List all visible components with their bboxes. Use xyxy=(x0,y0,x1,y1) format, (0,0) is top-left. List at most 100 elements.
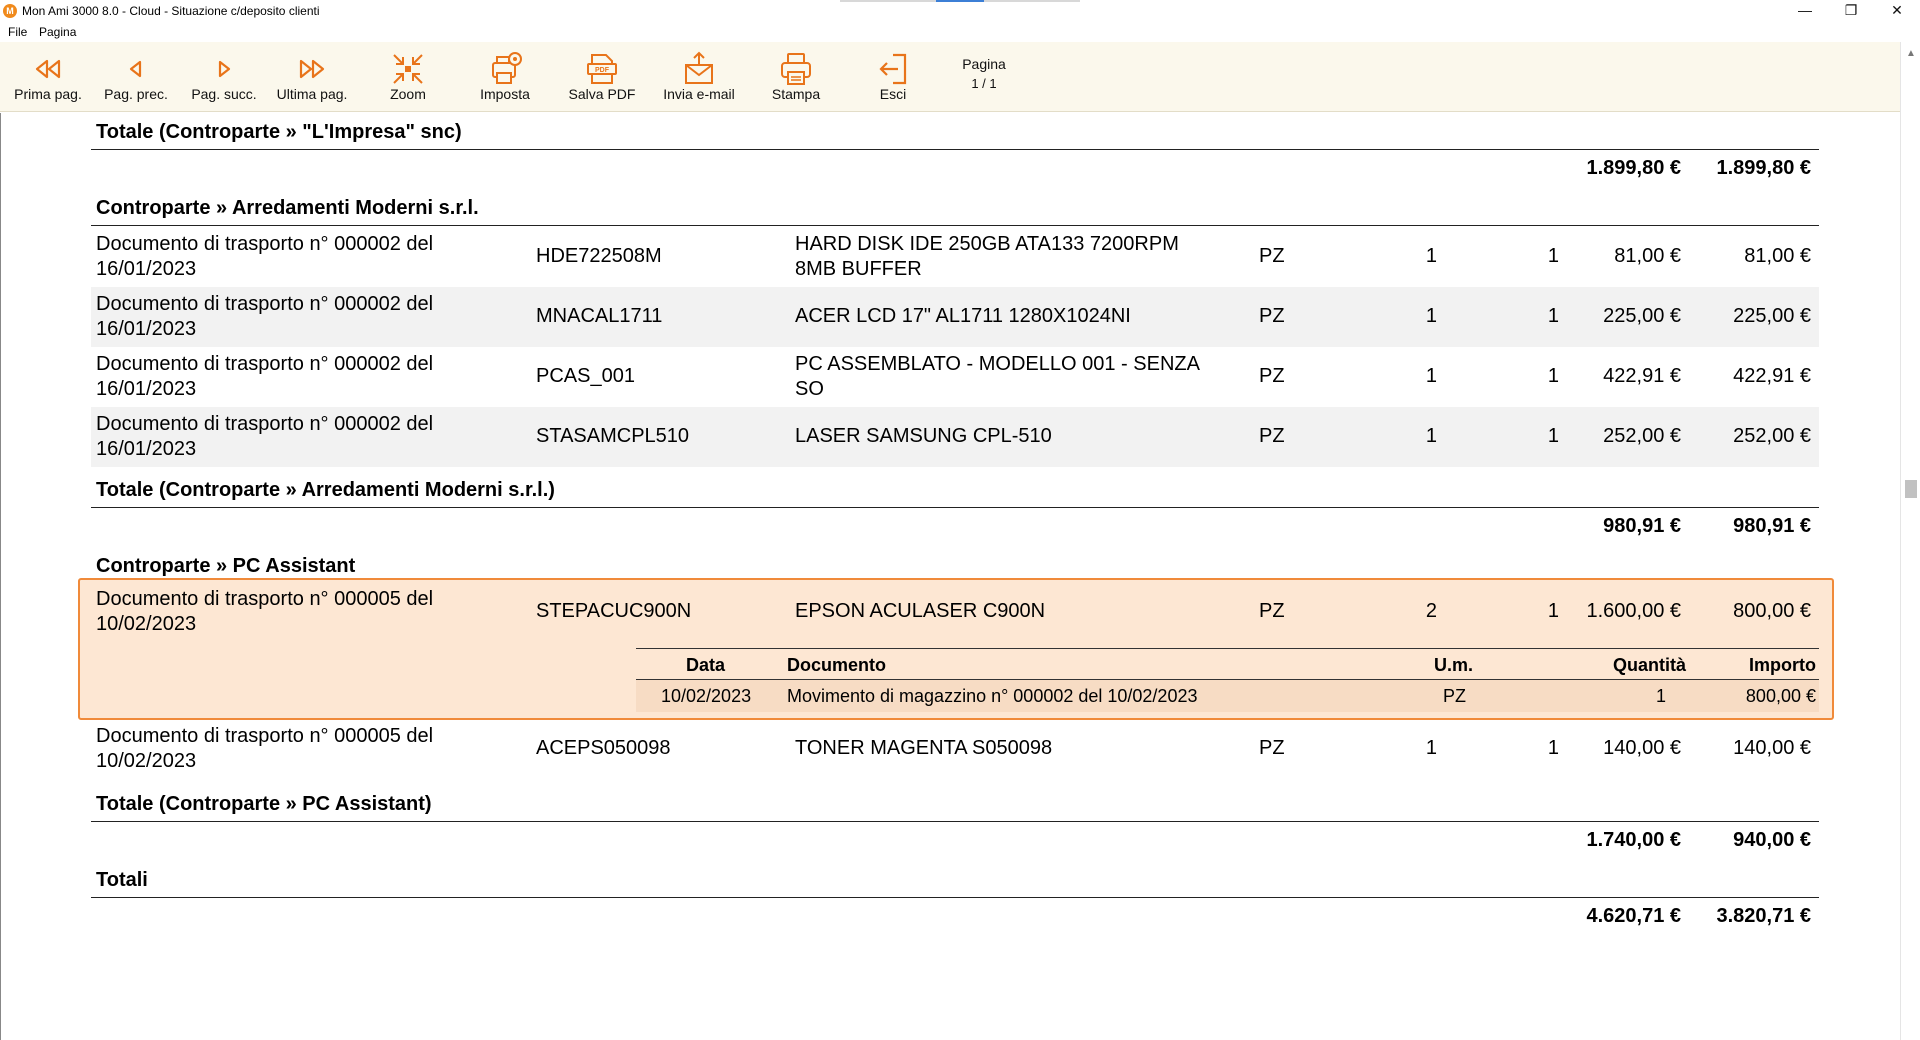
table-row[interactable]: Documento di trasporto n° 000002 del 16/… xyxy=(91,347,1819,407)
description-cell: ACER LCD 17" AL1711 1280X1024NI xyxy=(795,305,1131,327)
description-cell: EPSON ACULASER C900N xyxy=(795,600,1046,622)
amount-cell: 252,00 € xyxy=(1733,425,1811,447)
group-total-amount: 1.899,80 € xyxy=(1716,157,1811,179)
next-page-label: Pag. succ. xyxy=(191,86,257,102)
quantity-cell: 2 xyxy=(1425,600,1437,622)
grand-total-amount: 4.620,71 € xyxy=(1586,905,1681,927)
prev-page-label: Pag. prec. xyxy=(104,86,168,102)
quantity-cell: 1 xyxy=(1547,600,1559,622)
quantity-cell: 1 xyxy=(1547,305,1559,327)
table-row[interactable]: Documento di trasporto n° 000005 del 10/… xyxy=(91,719,1819,779)
amount-cell: 252,00 € xyxy=(1603,425,1681,447)
send-email-button[interactable]: Invia e-mail xyxy=(651,42,747,112)
zoom-icon xyxy=(393,54,423,84)
table-row-selected[interactable]: Documento di trasporto n° 000005 del 10/… xyxy=(91,582,1819,642)
code-cell: MNACAL1711 xyxy=(536,305,663,327)
detail-quantita-cell: 1 xyxy=(1655,686,1666,706)
restore-button[interactable]: ❐ xyxy=(1828,0,1874,22)
code-cell: STASAMCPL510 xyxy=(536,425,690,447)
last-page-button[interactable]: Ultima pag. xyxy=(264,42,360,112)
print-button[interactable]: Stampa xyxy=(748,42,844,112)
zoom-button[interactable]: Zoom xyxy=(360,42,456,112)
amount-cell: 81,00 € xyxy=(1744,245,1811,267)
toolbar: Prima pag. Pag. prec. Pag. succ. Ultima … xyxy=(0,42,1920,112)
menu-file[interactable]: File xyxy=(8,25,27,39)
document-cell: Documento di trasporto n° 000002 del 16/… xyxy=(96,233,434,280)
code-cell: HDE722508M xyxy=(536,245,662,267)
last-page-label: Ultima pag. xyxy=(276,86,348,102)
page-number: 1 / 1 xyxy=(971,76,997,91)
document-cell: Documento di trasporto n° 000002 del 16/… xyxy=(96,353,434,400)
email-icon xyxy=(685,51,713,84)
settings-label: Imposta xyxy=(480,86,530,102)
prev-page-button[interactable]: Pag. prec. xyxy=(88,42,184,112)
page-indicator: Pagina 1 / 1 xyxy=(944,56,1024,91)
detail-header-documento: Documento xyxy=(787,655,886,675)
unit-cell: PZ xyxy=(1259,737,1285,759)
detail-row[interactable]: 10/02/2023 Movimento di magazzino n° 000… xyxy=(636,680,1819,712)
table-row[interactable]: Documento di trasporto n° 000002 del 16/… xyxy=(91,407,1819,467)
detail-um-cell: PZ xyxy=(1443,686,1467,706)
group-total-amount: 980,91 € xyxy=(1603,515,1681,537)
quantity-cell: 1 xyxy=(1547,245,1559,267)
amount-cell: 140,00 € xyxy=(1733,737,1811,759)
unit-cell: PZ xyxy=(1259,305,1285,327)
amount-cell: 422,91 € xyxy=(1603,365,1681,387)
document-cell: Documento di trasporto n° 000005 del 10/… xyxy=(96,588,434,635)
amount-cell: 225,00 € xyxy=(1733,305,1811,327)
detail-importo-cell: 800,00 € xyxy=(1745,686,1816,706)
detail-documento-cell: Movimento di magazzino n° 000002 del 10/… xyxy=(787,686,1198,706)
detail-header-um: U.m. xyxy=(1434,655,1474,675)
exit-icon xyxy=(879,53,907,85)
exit-button[interactable]: Esci xyxy=(845,42,941,112)
next-page-icon xyxy=(218,60,231,78)
first-page-icon xyxy=(35,59,61,79)
first-page-button[interactable]: Prima pag. xyxy=(0,42,96,112)
next-page-button[interactable]: Pag. succ. xyxy=(176,42,272,112)
prev-page-icon xyxy=(129,60,142,78)
description-cell: LASER SAMSUNG CPL-510 xyxy=(795,425,1052,447)
code-cell: PCAS_001 xyxy=(536,365,635,387)
save-pdf-label: Salva PDF xyxy=(568,86,636,102)
save-pdf-button[interactable]: PDF Salva PDF xyxy=(554,42,650,112)
detail-header-importo: Importo xyxy=(1749,655,1816,675)
group-total-amount: 1.740,00 € xyxy=(1586,829,1681,851)
group-total-label: Totale (Controparte » PC Assistant) xyxy=(96,793,432,815)
detail-data-cell: 10/02/2023 xyxy=(661,686,752,706)
send-email-label: Invia e-mail xyxy=(663,86,735,102)
amount-cell: 800,00 € xyxy=(1733,600,1811,622)
settings-button[interactable]: Imposta xyxy=(457,42,553,112)
vertical-scrollbar[interactable]: ▲ xyxy=(1900,42,1920,1040)
group-header: Controparte » Arredamenti Moderni s.r.l. xyxy=(96,197,479,219)
scroll-up-icon[interactable]: ▲ xyxy=(1906,48,1916,59)
first-page-label: Prima pag. xyxy=(14,86,82,102)
code-cell: ACEPS050098 xyxy=(536,737,671,759)
title-bar: M Mon Ami 3000 8.0 - Cloud - Situazione … xyxy=(0,0,1920,22)
menu-pagina[interactable]: Pagina xyxy=(39,25,76,39)
divider xyxy=(91,897,1819,898)
document-cell: Documento di trasporto n° 000002 del 16/… xyxy=(96,293,434,340)
group-header: Controparte » PC Assistant xyxy=(96,555,356,577)
description-cell: TONER MAGENTA S050098 xyxy=(795,737,1053,759)
printer-icon xyxy=(781,53,811,85)
mon-ami-icon: M xyxy=(3,4,17,18)
document-cell: Documento di trasporto n° 000005 del 10/… xyxy=(96,725,434,772)
table-row[interactable]: Documento di trasporto n° 000002 del 16/… xyxy=(91,227,1819,287)
detail-header-quantita: Quantità xyxy=(1612,655,1686,675)
quantity-cell: 1 xyxy=(1425,305,1437,327)
svg-text:PDF: PDF xyxy=(595,67,610,74)
tab-indicator-active xyxy=(936,0,984,2)
scrollbar-thumb[interactable] xyxy=(1905,480,1917,498)
unit-cell: PZ xyxy=(1259,425,1285,447)
table-row[interactable]: Documento di trasporto n° 000002 del 16/… xyxy=(91,287,1819,347)
quantity-cell: 1 xyxy=(1547,425,1559,447)
window-title: Mon Ami 3000 8.0 - Cloud - Situazione c/… xyxy=(22,4,320,18)
amount-cell: 81,00 € xyxy=(1614,245,1681,267)
quantity-cell: 1 xyxy=(1547,737,1559,759)
detail-header: Data Documento U.m. Quantità Importo xyxy=(636,648,1819,680)
printer-settings-icon xyxy=(492,52,522,84)
grand-total-label: Totali xyxy=(96,869,148,891)
minimize-button[interactable]: — xyxy=(1782,0,1828,22)
description-cell: HARD DISK IDE 250GB ATA133 7200RPM 8MB B… xyxy=(795,233,1179,280)
close-button[interactable]: ✕ xyxy=(1874,0,1920,22)
